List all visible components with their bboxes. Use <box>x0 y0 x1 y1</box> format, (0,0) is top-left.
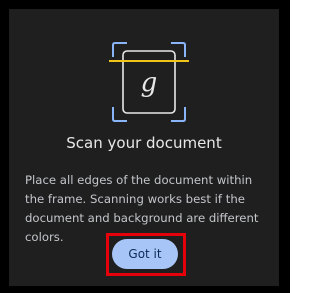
dialog-title: Scan your document <box>66 134 222 152</box>
screenshot-frame: g Scan your document Place all edges of … <box>0 0 290 293</box>
handwriting-glyph: g <box>141 68 158 98</box>
document-scan-icon: g <box>109 42 189 122</box>
scan-dialog: g Scan your document Place all edges of … <box>9 9 279 286</box>
got-it-button[interactable]: Got it <box>112 239 178 269</box>
